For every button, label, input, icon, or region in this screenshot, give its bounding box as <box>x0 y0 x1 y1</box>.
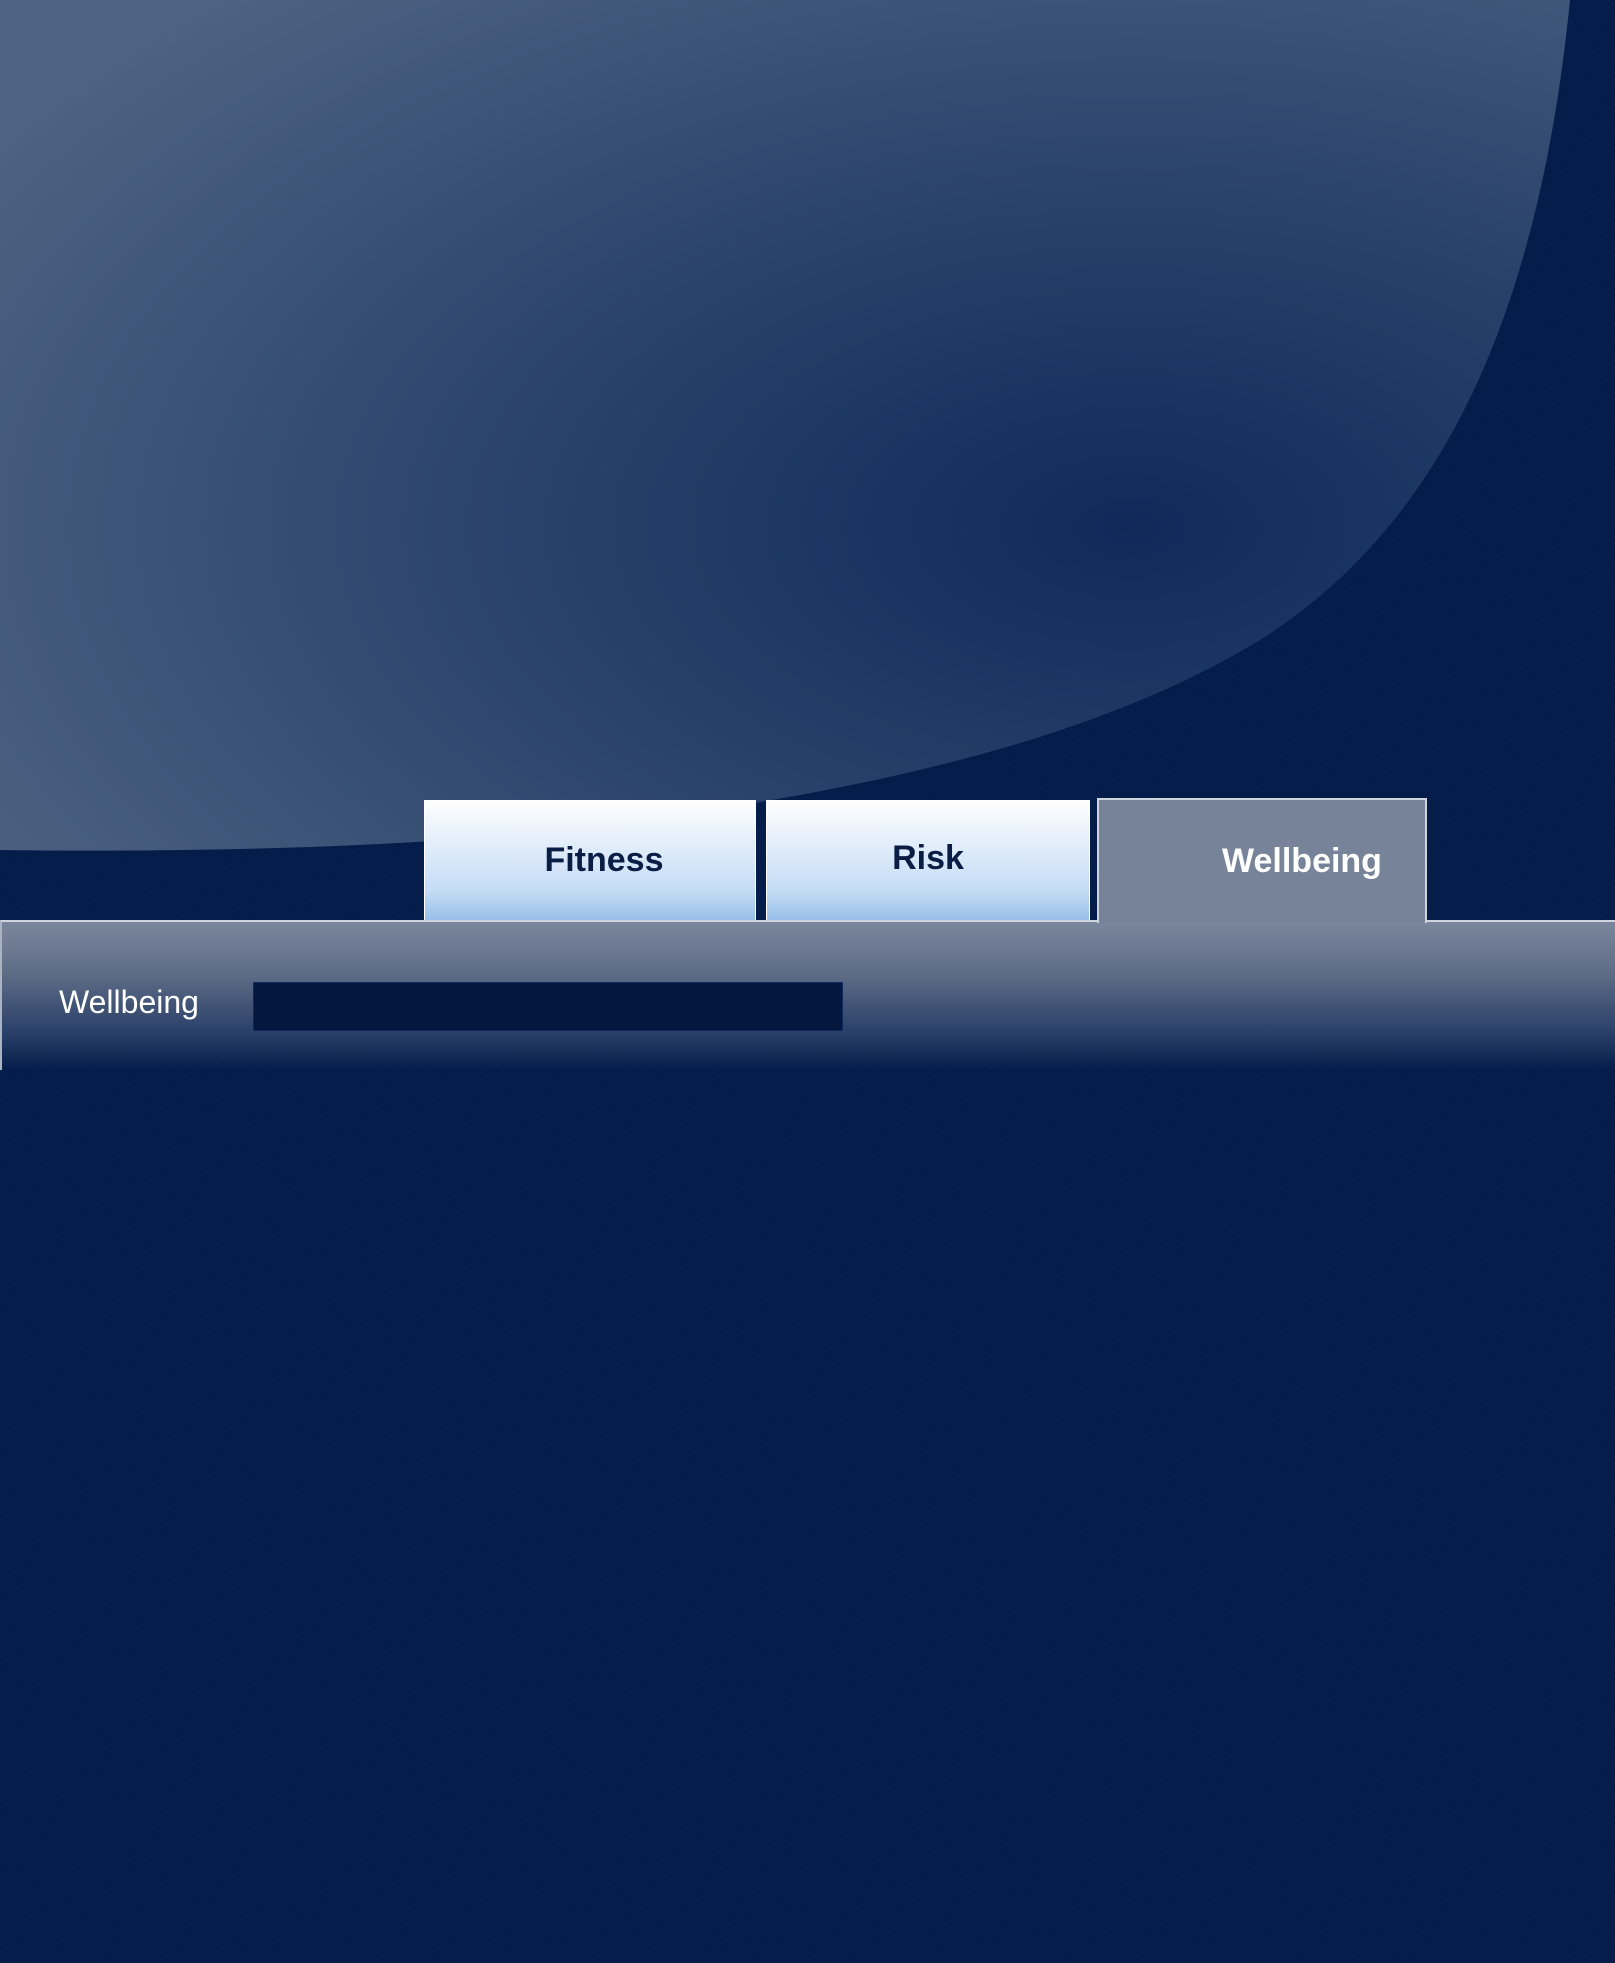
tab-wellbeing[interactable]: Wellbeing <box>1097 798 1427 923</box>
background-swoosh <box>0 0 1570 851</box>
tab-risk[interactable]: Risk <box>766 800 1090 921</box>
wellbeing-progress-bar <box>253 982 843 1031</box>
wellbeing-label: Wellbeing <box>59 984 199 1020</box>
tab-fitness[interactable]: Fitness <box>424 800 756 921</box>
tab-wellbeing-label: Wellbeing <box>1222 842 1382 880</box>
tab-risk-label: Risk <box>892 839 964 877</box>
wellbeing-panel: Wellbeing <box>0 920 1615 1070</box>
app-screen: Fitness Risk Wellbeing Wellbeing <box>0 0 1615 1963</box>
tab-fitness-label: Fitness <box>544 841 664 879</box>
